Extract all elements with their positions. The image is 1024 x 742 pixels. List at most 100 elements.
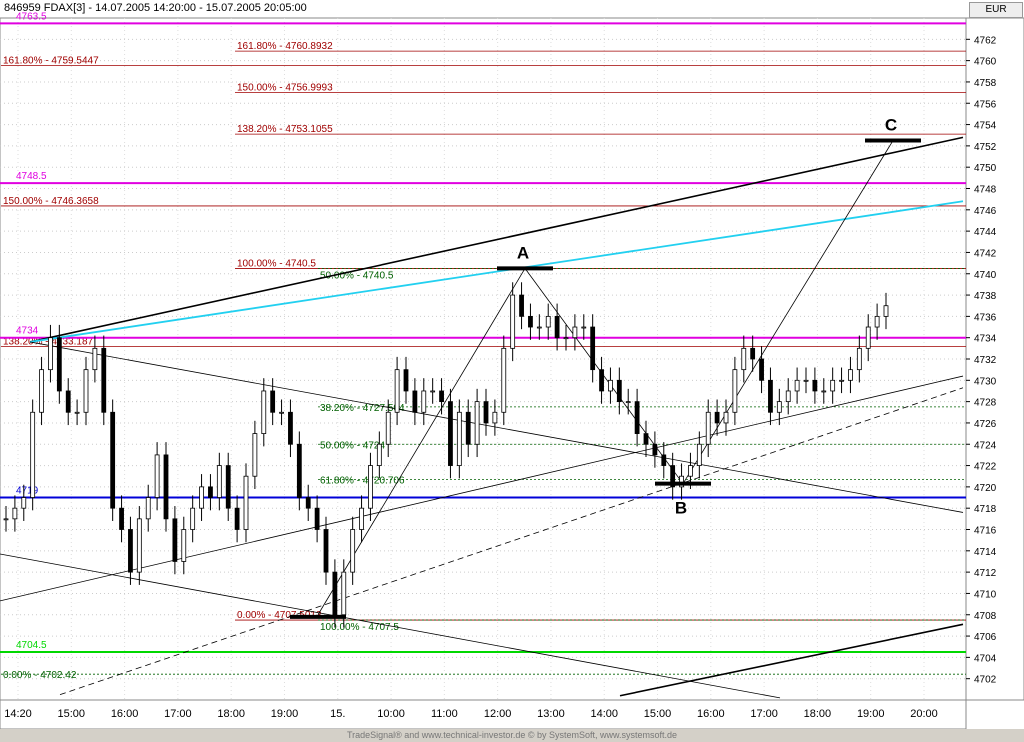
candle-body [714,411,720,424]
marker-label-b: B [675,499,687,518]
y-tick-label: 4708 [974,611,997,622]
level-label: 4734 [16,326,39,337]
candle-body [528,315,533,328]
y-tick-label: 4740 [974,270,997,281]
candle-body [48,337,53,371]
candle-body [74,411,80,414]
candle-body [394,369,400,413]
candle-body [154,454,160,498]
candle-body [341,571,347,616]
x-tick-label: 20:00 [910,708,938,720]
y-tick-label: 4710 [974,589,997,600]
candle-body [705,411,711,445]
candle-body [661,454,667,466]
level-label: 4748.5 [16,171,47,182]
candle-body [865,326,871,349]
marker-label-c: C [885,116,897,135]
candle-body [785,390,791,403]
fib-label: 61.80% - 4720.706 [320,475,405,486]
candle-body [465,411,471,445]
candle-body [190,507,196,530]
y-tick-label: 4744 [974,227,997,238]
candle-body [572,326,578,339]
y-tick-label: 4722 [974,462,997,473]
y-tick-label: 4730 [974,376,997,387]
candle-body [21,497,27,509]
y-tick-label: 4762 [974,35,997,46]
candle-body [803,379,809,382]
candle-body [30,411,36,498]
candle-body [492,411,498,424]
candle-body [323,529,329,573]
y-tick-label: 4704 [974,653,997,664]
candle-body [501,347,507,413]
candle-body [101,347,107,413]
candle-body [634,401,640,434]
candle-body [456,411,462,466]
y-tick-label: 4758 [974,78,997,89]
y-tick-label: 4748 [974,185,997,196]
candle-body [385,411,391,445]
candle-body [830,379,836,392]
candle-body [421,390,427,413]
candle-body [688,465,693,477]
y-tick-label: 4734 [974,334,997,345]
y-tick-label: 4750 [974,163,997,174]
candle-body [759,358,764,381]
candle-body [128,529,133,573]
fib-label: 100.00% - 4740.5 [237,258,316,269]
fib-label: 50.00% - 4724 [320,440,385,451]
candle-body [856,347,862,371]
x-tick-label: 18:00 [217,708,245,720]
y-tick-label: 4742 [974,248,997,259]
candle-body [812,379,818,392]
candle-body [288,411,293,445]
candle-body [12,507,18,520]
y-tick-label: 4720 [974,483,997,494]
candle-body [270,390,276,413]
candle-body [376,443,382,466]
x-tick-label: 14:00 [590,708,618,720]
marker-label-a: A [517,243,529,262]
price-chart: 4702 4704 4706 4708 4710 4712 4714 4716 4718 4720… [0,11,1024,730]
candle-body [643,433,649,445]
candle-body [848,369,853,381]
candle-body [234,507,240,530]
fib-label: 100.00% - 4707.5 [320,622,399,633]
candle-body [56,337,62,392]
candle-body [545,315,551,328]
chart-header: 846959 FDAX[3] - 14.07.2005 14:20:00 - 1… [4,2,307,14]
candle-body [3,518,9,521]
candle-body [474,401,480,445]
y-tick-label: 4726 [974,419,997,430]
footer-credit: TradeSignal® and www.technical-investor.… [0,729,1024,742]
candle-body [403,369,409,392]
y-tick-label: 4746 [974,206,997,217]
x-tick-label: 16:00 [111,708,139,720]
candle-body [776,401,782,413]
candle-body [839,379,844,382]
x-tick-label: 15. [330,708,345,720]
candle-body [119,507,124,530]
candle-body [554,315,560,339]
y-tick-label: 4732 [974,355,997,366]
x-tick-label: 11:00 [431,708,458,720]
candle-body [581,326,587,329]
y-tick-label: 4724 [974,440,997,451]
currency-button[interactable]: EUR [969,2,1023,18]
candle-body [883,305,889,317]
candle-body [305,497,311,509]
candle-body [652,443,658,456]
level-label: 4719 [16,486,39,497]
x-tick-label: 15:00 [58,708,86,720]
candle-body [243,475,249,530]
y-tick-label: 4702 [974,675,997,686]
y-tick-label: 4718 [974,504,997,515]
candle-body [483,401,489,424]
candle-body [332,571,338,616]
candle-body [350,529,356,573]
candle-body [252,433,258,477]
candle-body [599,369,604,392]
y-tick-label: 4756 [974,99,997,110]
candle-body [39,369,44,413]
